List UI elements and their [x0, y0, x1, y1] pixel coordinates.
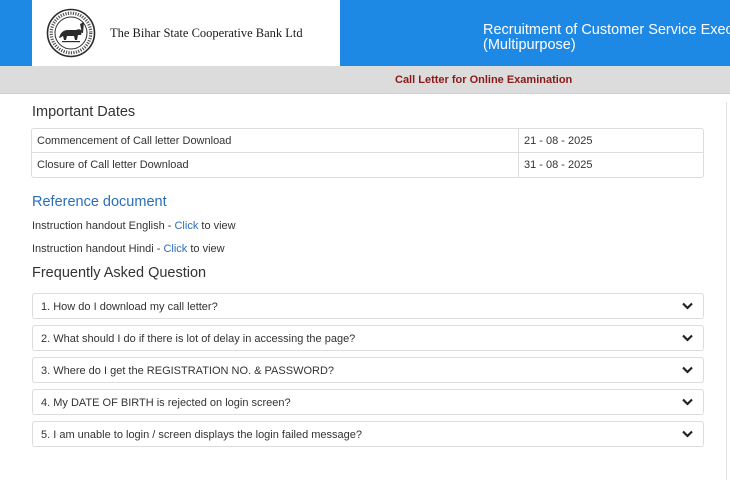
- faq-question: 1. How do I download my call letter?: [41, 301, 218, 313]
- faq-heading: Frequently Asked Question: [32, 265, 207, 281]
- page-subtitle-bar: Call Letter for Online Examination: [0, 66, 730, 94]
- faq-item[interactable]: 5. I am unable to login / screen display…: [32, 421, 704, 447]
- faq-question: 4. My DATE OF BIRTH is rejected on login…: [41, 397, 291, 409]
- chevron-down-icon[interactable]: [682, 302, 693, 310]
- reference-document-heading: Reference document: [32, 194, 167, 210]
- faq-question: 5. I am unable to login / screen display…: [41, 429, 363, 441]
- faq-item[interactable]: 1. How do I download my call letter?: [32, 293, 704, 319]
- instruction-english-label: Instruction handout English -: [32, 220, 175, 232]
- table-row: Commencement of Call letter Download 21 …: [32, 129, 703, 153]
- recruitment-title: Recruitment of Customer Service Exec (Mu…: [483, 23, 730, 53]
- chevron-down-icon[interactable]: [682, 366, 693, 374]
- instruction-hindi-suffix: to view: [187, 243, 225, 255]
- instruction-hindi: Instruction handout Hindi - Click to vie…: [32, 243, 225, 255]
- chevron-down-icon[interactable]: [682, 398, 693, 406]
- bank-name: The Bihar State Cooperative Bank Ltd: [110, 25, 303, 40]
- instruction-english-suffix: to view: [198, 220, 236, 232]
- instruction-english: Instruction handout English - Click to v…: [32, 220, 236, 232]
- bank-seal-logo: [46, 8, 96, 58]
- logo-area: The Bihar State Cooperative Bank Ltd: [32, 0, 340, 66]
- important-dates-table: Commencement of Call letter Download 21 …: [31, 128, 704, 178]
- instruction-english-link[interactable]: Click: [174, 220, 198, 232]
- faq-item[interactable]: 3. Where do I get the REGISTRATION NO. &…: [32, 357, 704, 383]
- table-row: Closure of Call letter Download 31 - 08 …: [32, 153, 703, 177]
- date-label: Commencement of Call letter Download: [32, 129, 519, 152]
- faq-question: 2. What should I do if there is lot of d…: [41, 333, 356, 345]
- faq-question: 3. Where do I get the REGISTRATION NO. &…: [41, 365, 335, 377]
- faq-item[interactable]: 4. My DATE OF BIRTH is rejected on login…: [32, 389, 704, 415]
- date-value: 21 - 08 - 2025: [524, 135, 593, 147]
- important-dates-heading: Important Dates: [32, 104, 136, 120]
- faq-item[interactable]: 2. What should I do if there is lot of d…: [32, 325, 704, 351]
- recruitment-title-line2: (Multipurpose): [483, 37, 576, 53]
- date-label: Closure of Call letter Download: [32, 153, 519, 177]
- page-subtitle: Call Letter for Online Examination: [395, 74, 573, 86]
- instruction-hindi-link[interactable]: Click: [163, 243, 187, 255]
- chevron-down-icon[interactable]: [682, 430, 693, 438]
- chevron-down-icon[interactable]: [682, 334, 693, 342]
- recruitment-title-line1: Recruitment of Customer Service Exec: [483, 22, 730, 38]
- site-header: The Bihar State Cooperative Bank Ltd Rec…: [0, 0, 730, 66]
- date-value: 31 - 08 - 2025: [524, 159, 593, 171]
- instruction-hindi-label: Instruction handout Hindi -: [32, 243, 164, 255]
- scrollbar-edge: [726, 102, 730, 480]
